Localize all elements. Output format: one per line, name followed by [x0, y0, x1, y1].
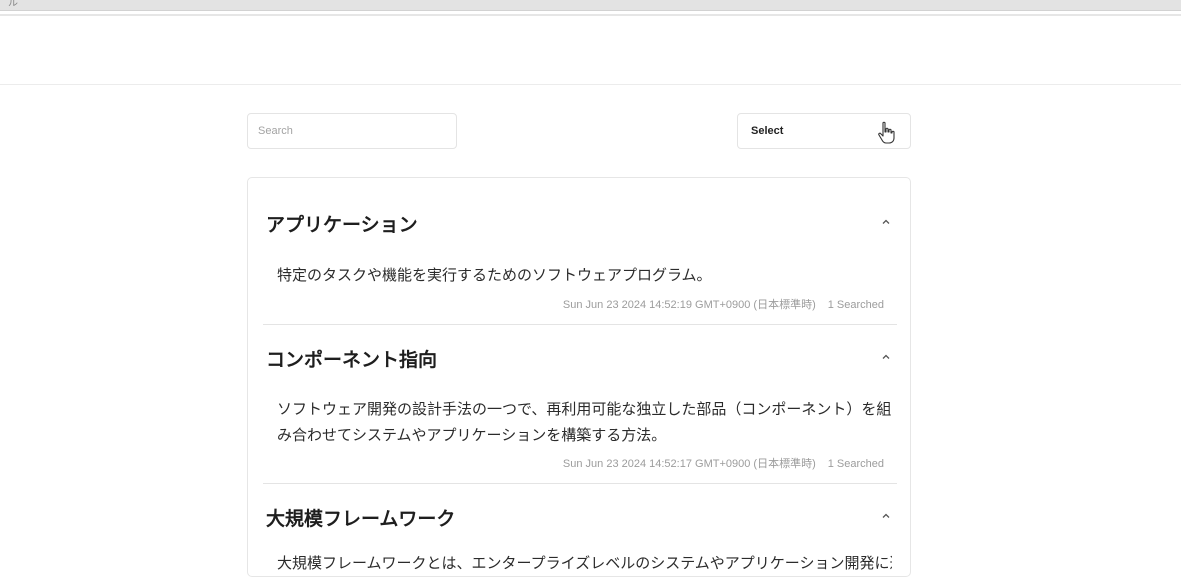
search-input[interactable]	[247, 113, 457, 149]
item-divider	[263, 324, 897, 325]
item-divider	[263, 483, 897, 484]
item-searched-count: 1 Searched	[827, 299, 884, 311]
item-description: 特定のタスクや機能を実行するためのソフトウェアプログラム。	[277, 266, 712, 284]
select-value: Select	[751, 125, 784, 137]
glossary-item: アプリケーション 特定のタスクや機能を実行するためのソフトウェアプログラム。 S…	[263, 210, 897, 326]
item-description: 大規模フレームワークとは、エンタープライズレベルのシステムやアプリケーション開発…	[277, 554, 892, 572]
hand-pointer-icon	[878, 121, 895, 144]
item-title: コンポーネント指向	[266, 349, 438, 371]
chevron-up-icon[interactable]	[879, 349, 893, 363]
page-header	[0, 16, 1181, 85]
item-description: ソフトウェア開発の設計手法の一つで、再利用可能な独立した部品（コンポーネント）を…	[277, 400, 892, 444]
item-meta: Sun Jun 23 2024 14:52:19 GMT+0900 (日本標準時…	[563, 296, 884, 312]
glossary-item: コンポーネント指向 ソフトウェア開発の設計手法の一つで、再利用可能な独立した部品…	[263, 345, 897, 475]
chevron-up-icon[interactable]	[879, 508, 893, 522]
item-timestamp: Sun Jun 23 2024 14:52:17 GMT+0900 (日本標準時…	[562, 458, 816, 470]
item-timestamp: Sun Jun 23 2024 14:52:19 GMT+0900 (日本標準時…	[562, 299, 816, 311]
controls-bar: Select	[247, 113, 911, 149]
glossary-card: アプリケーション 特定のタスクや機能を実行するためのソフトウェアプログラム。 S…	[247, 177, 911, 577]
chevron-up-icon[interactable]	[879, 214, 893, 228]
glossary-item: 大規模フレームワーク 大規模フレームワークとは、エンタープライズレベルのシステム…	[263, 504, 897, 584]
item-title: 大規模フレームワーク	[266, 508, 456, 530]
browser-tab-glyph: ル	[8, 0, 18, 9]
item-searched-count: 1 Searched	[827, 458, 884, 470]
item-title: アプリケーション	[266, 214, 418, 236]
item-meta: Sun Jun 23 2024 14:52:17 GMT+0900 (日本標準時…	[563, 455, 884, 471]
browser-tab-strip: ル	[0, 0, 1181, 11]
